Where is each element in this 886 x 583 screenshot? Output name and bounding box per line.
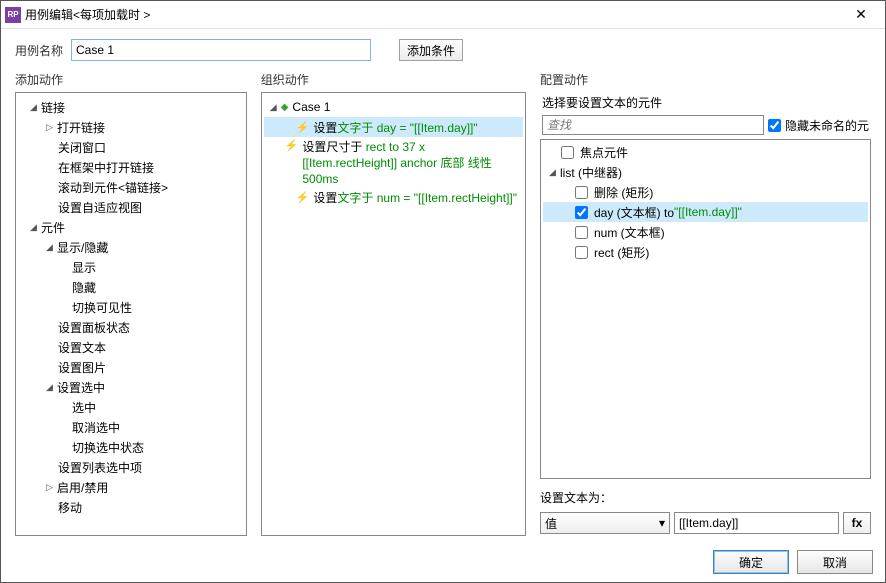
columns: 添加动作 ◢链接 ▷打开链接 关闭窗口 在框架中打开链接 滚动到元件<锚链接> … (1, 71, 885, 542)
dialog-footer: 确定 取消 (1, 542, 885, 582)
tree-item[interactable]: 切换可见性 (18, 297, 244, 317)
action-set-size-rect[interactable]: ⚡设置尺寸于 rect to 37 x [[Item.rectHeight]] … (264, 137, 523, 187)
configure-column: 配置动作 选择要设置文本的元件 隐藏未命名的元 焦点元件 ◢list (中继器)… (540, 71, 871, 536)
case-row[interactable]: ◢◆Case 1 (264, 97, 523, 117)
set-text-section: 设置文本为： 值▾ fx (540, 479, 871, 536)
tree-group-widget[interactable]: ◢元件 (18, 217, 244, 237)
add-condition-button[interactable]: 添加条件 (399, 39, 463, 61)
target-num[interactable]: num (文本框) (543, 222, 868, 242)
add-action-box: ◢链接 ▷打开链接 关闭窗口 在框架中打开链接 滚动到元件<锚链接> 设置自适应… (15, 92, 247, 536)
hide-unnamed-label: 隐藏未命名的元 (785, 117, 869, 134)
target-tree-box: 焦点元件 ◢list (中继器) 删除 (矩形) day (文本框) to "[… (540, 139, 871, 479)
target-tree: 焦点元件 ◢list (中继器) 删除 (矩形) day (文本框) to "[… (541, 140, 870, 264)
app-icon: RP (5, 7, 21, 23)
tree-item[interactable]: 设置图片 (18, 357, 244, 377)
dialog-window: RP 用例编辑<每项加载时 > ✕ 用例名称 添加条件 添加动作 ◢链接 ▷打开… (0, 0, 886, 583)
ok-button[interactable]: 确定 (713, 550, 789, 574)
tree-item[interactable]: 滚动到元件<锚链接> (18, 177, 244, 197)
target-checkbox[interactable] (575, 186, 588, 199)
configure-header: 选择要设置文本的元件 (540, 92, 871, 115)
case-name-row: 用例名称 添加条件 (1, 29, 885, 71)
organize-title: 组织动作 (261, 71, 526, 88)
target-focus[interactable]: 焦点元件 (543, 142, 868, 162)
tree-item[interactable]: 切换选中状态 (18, 437, 244, 457)
collapse-icon[interactable]: ◢ (28, 222, 39, 233)
bolt-icon: ⚡ (296, 121, 310, 134)
action-set-text-num[interactable]: ⚡设置 文字于 num = "[[Item.rectHeight]]" (264, 187, 523, 207)
tree-item[interactable]: 在框架中打开链接 (18, 157, 244, 177)
target-checkbox[interactable] (575, 246, 588, 259)
action-tree: ◢链接 ▷打开链接 关闭窗口 在框架中打开链接 滚动到元件<锚链接> 设置自适应… (16, 93, 246, 521)
hide-unnamed-checkbox[interactable] (768, 119, 781, 132)
organize-column: 组织动作 ◢◆Case 1 ⚡设置 文字于 day = "[[Item.day]… (261, 71, 526, 536)
tree-item[interactable]: 设置列表选中项 (18, 457, 244, 477)
tree-item[interactable]: 取消选中 (18, 417, 244, 437)
tree-item[interactable]: 移动 (18, 497, 244, 517)
tree-group-showhide[interactable]: ◢显示/隐藏 (18, 237, 244, 257)
tree-group-selected[interactable]: ◢设置选中 (18, 377, 244, 397)
value-type-dropdown[interactable]: 值▾ (540, 512, 670, 534)
collapse-icon[interactable]: ◢ (547, 167, 558, 178)
set-text-label: 设置文本为： (540, 489, 871, 506)
tree-item[interactable]: ▷启用/禁用 (18, 477, 244, 497)
collapse-icon[interactable]: ◢ (44, 382, 55, 393)
tree-item[interactable]: ▷打开链接 (18, 117, 244, 137)
search-row: 隐藏未命名的元 (540, 115, 871, 139)
tree-item[interactable]: 设置文本 (18, 337, 244, 357)
target-list[interactable]: ◢list (中继器) (543, 162, 868, 182)
target-rect[interactable]: rect (矩形) (543, 242, 868, 262)
close-button[interactable]: ✕ (841, 6, 881, 23)
case-name-input[interactable] (71, 39, 371, 61)
collapse-icon[interactable]: ◢ (28, 102, 39, 113)
configure-title: 配置动作 (540, 71, 871, 88)
add-action-column: 添加动作 ◢链接 ▷打开链接 关闭窗口 在框架中打开链接 滚动到元件<锚链接> … (15, 71, 247, 536)
bolt-icon: ⚡ (285, 139, 299, 152)
action-set-text-day[interactable]: ⚡设置 文字于 day = "[[Item.day]]" (264, 117, 523, 137)
case-tree: ◢◆Case 1 ⚡设置 文字于 day = "[[Item.day]]" ⚡设… (262, 93, 525, 211)
case-icon: ◆ (281, 102, 289, 113)
target-checkbox[interactable] (575, 226, 588, 239)
tree-item[interactable]: 设置自适应视图 (18, 197, 244, 217)
target-day[interactable]: day (文本框) to "[[Item.day]]" (543, 202, 868, 222)
cancel-button[interactable]: 取消 (797, 550, 873, 574)
tree-item[interactable]: 设置面板状态 (18, 317, 244, 337)
value-input[interactable] (674, 512, 839, 534)
case-name-label: 用例名称 (15, 42, 63, 59)
expand-icon[interactable]: ▷ (44, 482, 55, 493)
search-input[interactable] (542, 115, 764, 135)
chevron-down-icon: ▾ (659, 516, 665, 530)
collapse-icon[interactable]: ◢ (268, 102, 279, 113)
collapse-icon[interactable]: ◢ (44, 242, 55, 253)
target-checkbox[interactable] (575, 206, 588, 219)
tree-group-link[interactable]: ◢链接 (18, 97, 244, 117)
set-text-row: 值▾ fx (540, 510, 871, 536)
organize-box: ◢◆Case 1 ⚡设置 文字于 day = "[[Item.day]]" ⚡设… (261, 92, 526, 536)
bolt-icon: ⚡ (296, 191, 310, 204)
tree-item[interactable]: 关闭窗口 (18, 137, 244, 157)
target-delete[interactable]: 删除 (矩形) (543, 182, 868, 202)
expand-icon[interactable]: ▷ (44, 122, 55, 133)
tree-item[interactable]: 隐藏 (18, 277, 244, 297)
tree-item[interactable]: 显示 (18, 257, 244, 277)
target-checkbox[interactable] (561, 146, 574, 159)
titlebar: RP 用例编辑<每项加载时 > ✕ (1, 1, 885, 29)
tree-item[interactable]: 选中 (18, 397, 244, 417)
window-title: 用例编辑<每项加载时 > (25, 6, 841, 23)
fx-button[interactable]: fx (843, 512, 871, 534)
add-action-title: 添加动作 (15, 71, 247, 88)
